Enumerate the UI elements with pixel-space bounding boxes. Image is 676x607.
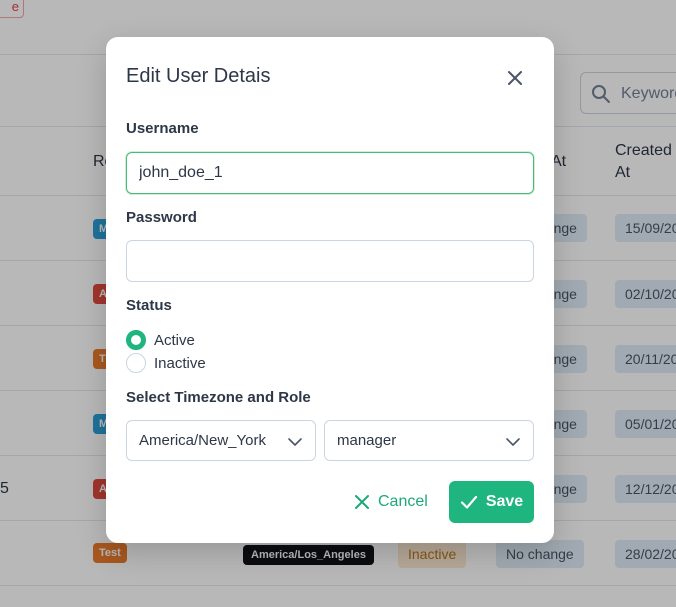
role-select[interactable]: manager <box>324 420 534 461</box>
radio-unchecked-icon <box>126 353 146 373</box>
edit-user-dialog: Edit User Detais Username Password Statu… <box>106 37 554 543</box>
cancel-label: Cancel <box>378 493 428 510</box>
username-label: Username <box>126 120 199 137</box>
close-button[interactable] <box>502 65 528 91</box>
dialog-title: Edit User Detais <box>126 65 271 87</box>
chevron-down-icon <box>506 438 520 446</box>
save-label: Save <box>485 493 524 510</box>
username-input[interactable] <box>126 152 534 194</box>
timezone-role-label: Select Timezone and Role <box>126 389 311 406</box>
radio-label-active: Active <box>154 331 195 349</box>
password-input[interactable] <box>126 240 534 282</box>
chevron-down-icon <box>288 438 302 446</box>
save-button[interactable]: Save <box>449 481 534 523</box>
timezone-value: America/New_York <box>139 432 266 449</box>
cancel-button[interactable]: Cancel <box>354 481 428 523</box>
password-label: Password <box>126 209 197 226</box>
close-icon <box>508 71 522 85</box>
role-value: manager <box>337 432 397 449</box>
timezone-select[interactable]: America/New_York <box>126 420 316 461</box>
close-icon <box>355 495 369 509</box>
status-radio-active[interactable]: Active <box>126 329 195 351</box>
status-radio-inactive[interactable]: Inactive <box>126 352 206 374</box>
radio-label-inactive: Inactive <box>154 354 206 372</box>
radio-checked-icon <box>126 330 146 350</box>
check-icon <box>460 495 477 509</box>
status-label: Status <box>126 297 172 314</box>
